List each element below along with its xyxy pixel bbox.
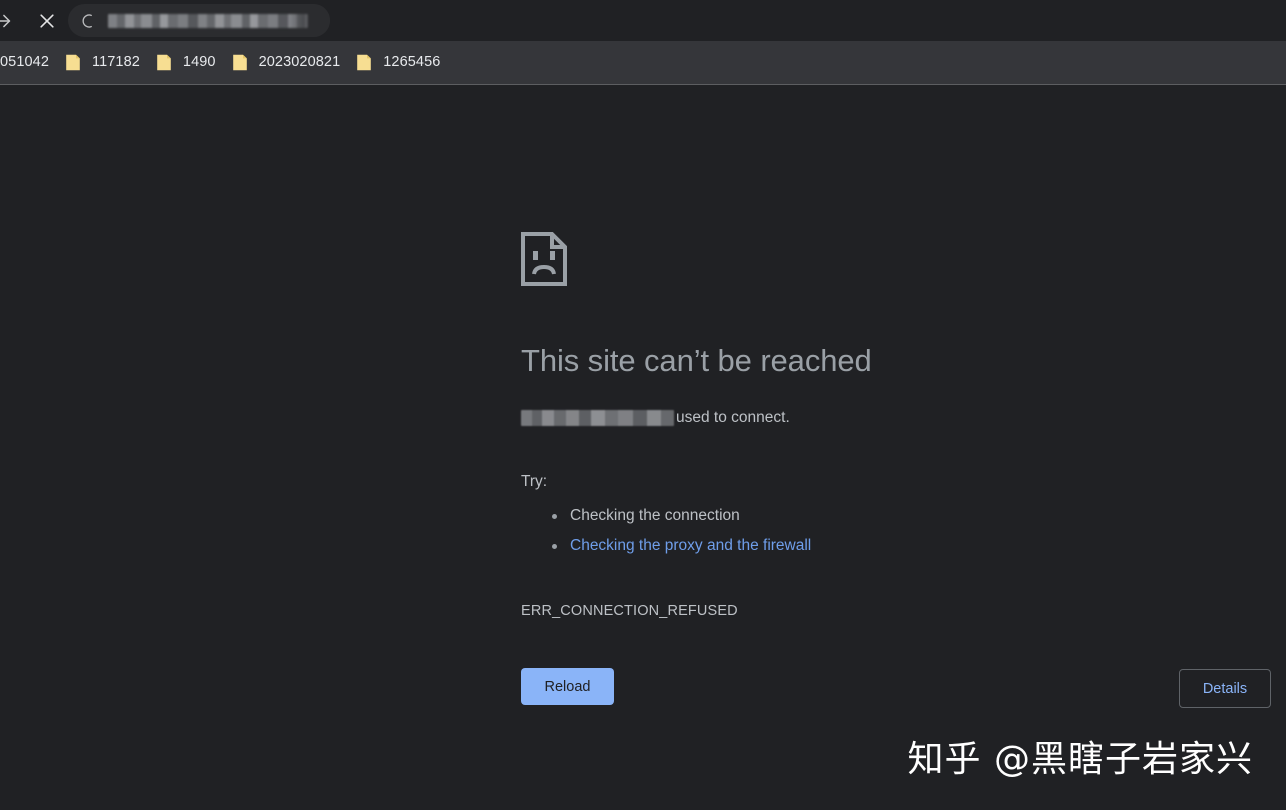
bookmark-label: 2023020821 xyxy=(258,54,341,70)
browser-toolbar xyxy=(0,0,1286,41)
bookmark-label: 051042 xyxy=(0,54,49,70)
folder-icon xyxy=(157,54,171,71)
forward-button[interactable] xyxy=(0,6,18,36)
bookmark-label: 117182 xyxy=(92,54,140,70)
browser-window: 051042 117182 1490 2023020821 1265456 Th… xyxy=(0,0,1286,810)
folder-icon xyxy=(66,54,80,71)
list-item: Checking the proxy and the firewall xyxy=(521,531,1121,561)
address-bar-input[interactable] xyxy=(108,13,308,28)
stop-loading-button[interactable] xyxy=(32,6,62,36)
bookmark-item[interactable]: 1265456 xyxy=(348,49,448,77)
error-code: ERR_CONNECTION_REFUSED xyxy=(521,603,738,619)
close-x-icon xyxy=(37,11,57,31)
list-item: Checking the connection xyxy=(521,501,1121,531)
forward-arrow-icon xyxy=(0,10,14,32)
redacted-hostname xyxy=(521,410,674,426)
page-info-circle-icon[interactable] xyxy=(80,12,98,30)
address-bar[interactable] xyxy=(68,4,330,37)
sad-page-icon xyxy=(521,232,567,286)
suggestion-text: Checking the connection xyxy=(570,507,740,524)
folder-icon xyxy=(232,54,247,71)
bookmarks-bar: 051042 117182 1490 2023020821 1265456 xyxy=(0,41,1286,85)
error-container: This site can’t be reached used to conne… xyxy=(521,232,1121,621)
error-subtitle: used to connect. xyxy=(521,407,1121,429)
zhihu-watermark: 知乎 @黑瞎子岩家兴 xyxy=(907,739,1253,780)
page-content: This site can’t be reached used to conne… xyxy=(0,86,1286,810)
reload-button[interactable]: Reload xyxy=(521,668,614,705)
suggestion-list: Checking the connection Checking the pro… xyxy=(521,501,1121,561)
bookmark-item[interactable]: 051042 xyxy=(0,49,57,77)
bookmark-item[interactable]: 1490 xyxy=(148,49,224,77)
bookmark-item[interactable]: 117182 xyxy=(57,49,148,77)
bookmark-label: 1490 xyxy=(182,54,216,70)
page-title: This site can’t be reached xyxy=(521,343,872,378)
details-button[interactable]: Details xyxy=(1179,669,1271,708)
bookmark-item[interactable]: 2023020821 xyxy=(224,49,349,77)
folder-icon xyxy=(357,54,372,71)
bookmark-label: 1265456 xyxy=(383,54,441,70)
proxy-firewall-link[interactable]: Checking the proxy and the firewall xyxy=(570,537,811,554)
try-label: Try: xyxy=(521,473,548,490)
error-subtitle-suffix: used to connect. xyxy=(676,409,790,426)
